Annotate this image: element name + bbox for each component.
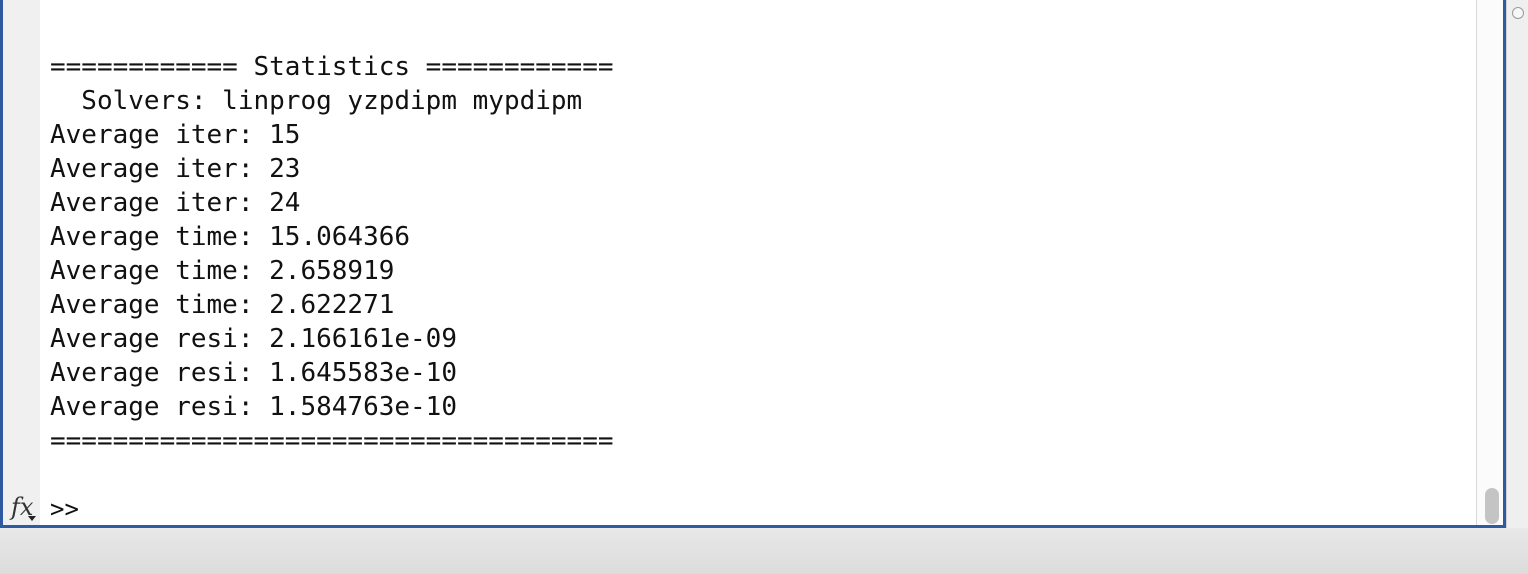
console-output[interactable]: ============ Statistics ============ Sol… xyxy=(40,0,1476,525)
scrollbar-thumb[interactable] xyxy=(1485,488,1499,524)
console-line-iter-2: Average iter: 23 xyxy=(50,154,301,184)
panel-handle-icon[interactable] xyxy=(1512,7,1524,19)
console-line-resi-1: Average resi: 2.166161e-09 xyxy=(50,324,457,354)
console-line-solvers: Solvers: linprog yzpdipm mypdipm xyxy=(50,86,583,116)
console-gutter: fx xyxy=(3,0,40,525)
chevron-down-icon[interactable] xyxy=(28,516,36,521)
console-line-stats-footer: ==================================== xyxy=(50,426,614,456)
console-line-time-1: Average time: 15.064366 xyxy=(50,222,411,252)
console-line-iter-1: Average iter: 15 xyxy=(50,120,301,150)
console-line-time-2: Average time: 2.658919 xyxy=(50,256,395,286)
console-line-resi-3: Average resi: 1.584763e-10 xyxy=(50,392,457,422)
console-line-time-3: Average time: 2.622271 xyxy=(50,290,395,320)
console-line-iter-3: Average iter: 24 xyxy=(50,188,301,218)
command-prompt[interactable]: >> xyxy=(50,492,79,525)
command-window[interactable]: fx ============ Statistics ============ … xyxy=(0,0,1506,528)
vertical-scrollbar[interactable] xyxy=(1476,0,1503,525)
status-bar xyxy=(0,528,1528,574)
console-line-stats-header: ============ Statistics ============ xyxy=(50,52,614,82)
side-panel-edge xyxy=(1506,0,1528,528)
console-line-resi-2: Average resi: 1.645583e-10 xyxy=(50,358,457,388)
